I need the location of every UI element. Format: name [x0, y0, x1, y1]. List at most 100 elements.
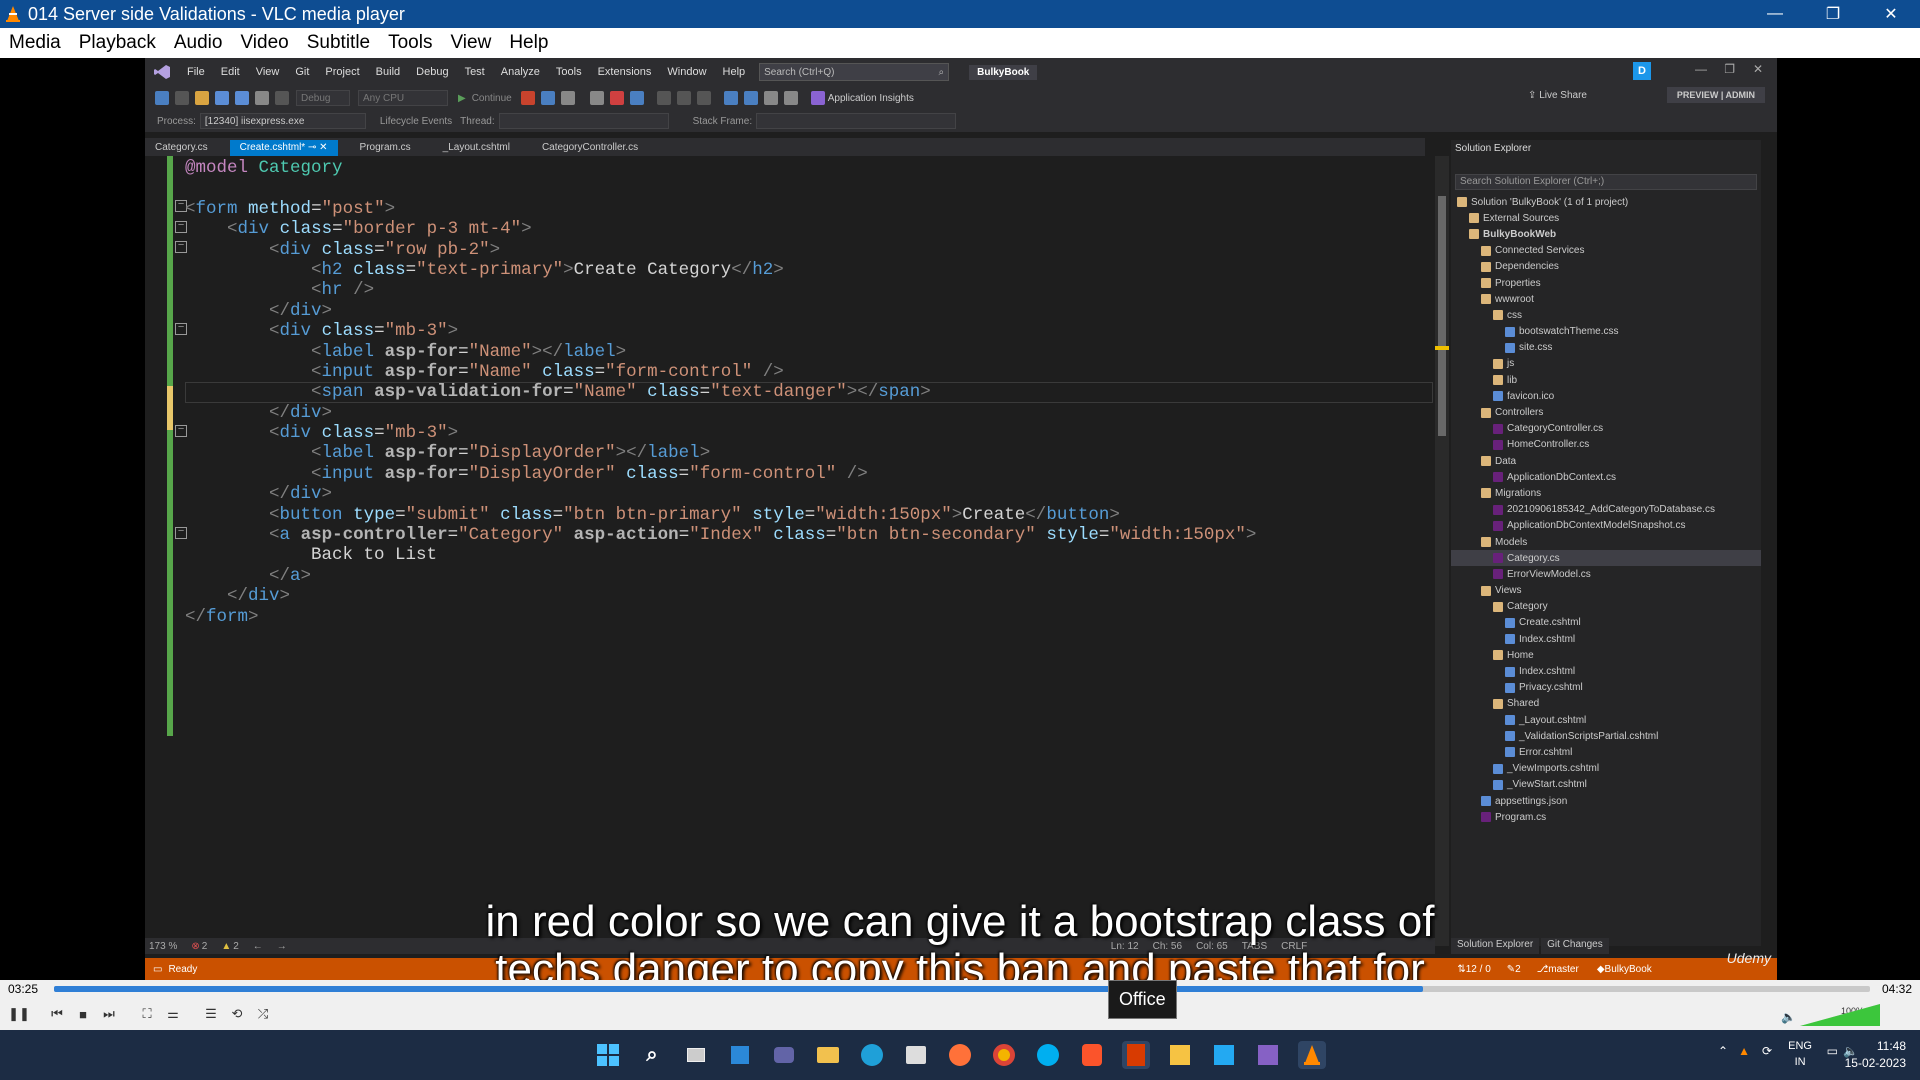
menu-audio[interactable]: Audio — [165, 32, 232, 54]
tree-item: lib — [1451, 372, 1761, 388]
volume-fill — [1800, 1004, 1880, 1026]
folder-icon — [1469, 229, 1479, 240]
step-out-icon — [696, 91, 711, 105]
close-button[interactable]: ✕ — [1862, 0, 1920, 28]
tree-item-label: Dependencies — [1495, 261, 1559, 273]
vs-minimize-icon: — — [1695, 62, 1707, 76]
tree-item: Shared — [1451, 696, 1761, 712]
file-explorer-icon[interactable] — [814, 1041, 842, 1069]
clock-date: 15-02-2023 — [1844, 1056, 1906, 1070]
vs-close-icon: ✕ — [1752, 62, 1763, 76]
bookmark-icon — [783, 91, 798, 105]
minimize-button[interactable]: — — [1746, 0, 1804, 28]
tree-item: Program.cs — [1451, 809, 1761, 825]
tree-item-label: Create.cshtml — [1519, 617, 1581, 629]
subtitle-line-1: in red color so we can give it a bootstr… — [485, 897, 1435, 946]
tree-item: CategoryController.cs — [1451, 421, 1761, 437]
skype-icon[interactable] — [1034, 1041, 1062, 1069]
continue-play-icon: ▶ — [458, 92, 466, 104]
search-icon[interactable]: ⌕ — [638, 1041, 666, 1069]
tree-item-label: lib — [1507, 374, 1518, 386]
format-icon — [743, 91, 758, 105]
store-icon[interactable] — [902, 1041, 930, 1069]
menu-help[interactable]: Help — [500, 32, 557, 54]
edge-icon[interactable] — [858, 1041, 886, 1069]
language-indicator[interactable]: ENG IN — [1788, 1038, 1812, 1070]
brave-icon[interactable] — [1078, 1041, 1106, 1069]
menu-video[interactable]: Video — [231, 32, 297, 54]
fullscreen-button[interactable]: ⛶ — [136, 1003, 158, 1025]
solution-explorer-toolbar — [1451, 156, 1761, 174]
start-button[interactable] — [594, 1041, 622, 1069]
vs-menu-git: Git — [295, 66, 310, 78]
hot-reload-icon — [723, 91, 738, 105]
menu-subtitle[interactable]: Subtitle — [298, 32, 379, 54]
network-icon[interactable]: ▭ — [1827, 1044, 1838, 1058]
stop-button[interactable]: ■ — [72, 1003, 94, 1025]
pause-icon — [589, 91, 604, 105]
show-hidden-icons-icon[interactable]: ⌃ — [1718, 1044, 1728, 1058]
next-button[interactable]: ⏭ — [98, 1003, 120, 1025]
editor-scroll-thumb — [1438, 196, 1446, 436]
chrome-icon[interactable] — [990, 1041, 1018, 1069]
vscode-icon[interactable] — [1210, 1041, 1238, 1069]
volume-slider[interactable] — [1800, 1004, 1880, 1026]
tree-item-label: _ViewImports.cshtml — [1507, 763, 1600, 775]
folder-icon — [1481, 278, 1491, 289]
pin-icon: ⊸ — [307, 142, 317, 153]
code-line: </div> — [227, 586, 291, 607]
tree-item-label: Models — [1495, 536, 1528, 548]
solution-name-badge: BulkyBook — [969, 64, 1038, 80]
tree-item: Controllers — [1451, 404, 1761, 420]
folder-icon — [1457, 197, 1467, 208]
clock[interactable]: 11:48 15-02-2023 — [1845, 1038, 1906, 1072]
restore-button[interactable]: ❐ — [1804, 0, 1862, 28]
vs-search-box: Search (Ctrl+Q) ⌕ — [759, 63, 950, 81]
teams-chat-icon[interactable] — [770, 1041, 798, 1069]
vlc-tray-icon[interactable]: ▲ — [1738, 1044, 1750, 1058]
app-insights-icon — [810, 91, 825, 105]
tree-item: Privacy.cshtml — [1451, 680, 1761, 696]
tree-item: Models — [1451, 534, 1761, 550]
playlist-button[interactable]: ☰ — [200, 1003, 222, 1025]
firefox-icon[interactable] — [946, 1041, 974, 1069]
tree-item-label: Privacy.cshtml — [1519, 682, 1583, 694]
visual-studio-icon[interactable] — [1254, 1041, 1282, 1069]
vlc-icon[interactable] — [1298, 1041, 1326, 1069]
widgets-icon[interactable] — [726, 1041, 754, 1069]
speaker-icon[interactable]: 🔈 — [1781, 1010, 1796, 1024]
tree-item: ErrorViewModel.cs — [1451, 566, 1761, 582]
tree-item: Category.cs — [1451, 550, 1761, 567]
task-view-icon[interactable] — [682, 1041, 710, 1069]
tree-item: css — [1451, 307, 1761, 323]
shuffle-button[interactable]: ⤮ — [252, 1003, 274, 1025]
menu-media[interactable]: Media — [0, 32, 70, 54]
menu-view[interactable]: View — [441, 32, 500, 54]
loop-button[interactable]: ⟲ — [226, 1003, 248, 1025]
windows-taskbar: ⌕ ⌃ ▲ ⟳ ENG IN ▭ 🔈 11:48 15-02-2023 — [0, 1030, 1920, 1080]
file-icon — [1505, 666, 1515, 677]
subtitle: in red color so we can give it a bootstr… — [0, 897, 1920, 981]
sync-tray-icon[interactable]: ⟳ — [1762, 1044, 1772, 1058]
previous-button[interactable]: ⏮ — [46, 1003, 68, 1025]
seek-bar[interactable] — [54, 986, 1870, 992]
solution-explorer-title: Solution Explorer — [1455, 142, 1532, 154]
tree-item: Connected Services — [1451, 243, 1761, 259]
seek-row: 03:25 04:32 — [0, 980, 1920, 998]
menu-playback[interactable]: Playback — [70, 32, 165, 54]
extended-settings-button[interactable]: ⚌ — [162, 1003, 184, 1025]
pause-button[interactable]: ❚❚ — [8, 1003, 30, 1025]
process-label: Process: — [157, 115, 196, 127]
office-icon[interactable] — [1122, 1041, 1150, 1069]
video-area[interactable]: File Edit View Git Project Build Debug T… — [0, 58, 1920, 980]
tree-item: External Sources — [1451, 210, 1761, 226]
unsaved-change-marker — [167, 386, 173, 430]
notes-icon[interactable] — [1166, 1041, 1194, 1069]
tree-item: BulkyBookWeb — [1451, 226, 1761, 242]
visual-studio-frame: File Edit View Git Project Build Debug T… — [145, 58, 1777, 980]
tree-item-label: Properties — [1495, 277, 1541, 289]
editor-scrollbar — [1435, 156, 1449, 946]
menu-tools[interactable]: Tools — [379, 32, 441, 54]
vlc-title-bar: 014 Server side Validations - VLC media … — [0, 0, 1920, 28]
folder-icon — [1493, 698, 1503, 709]
